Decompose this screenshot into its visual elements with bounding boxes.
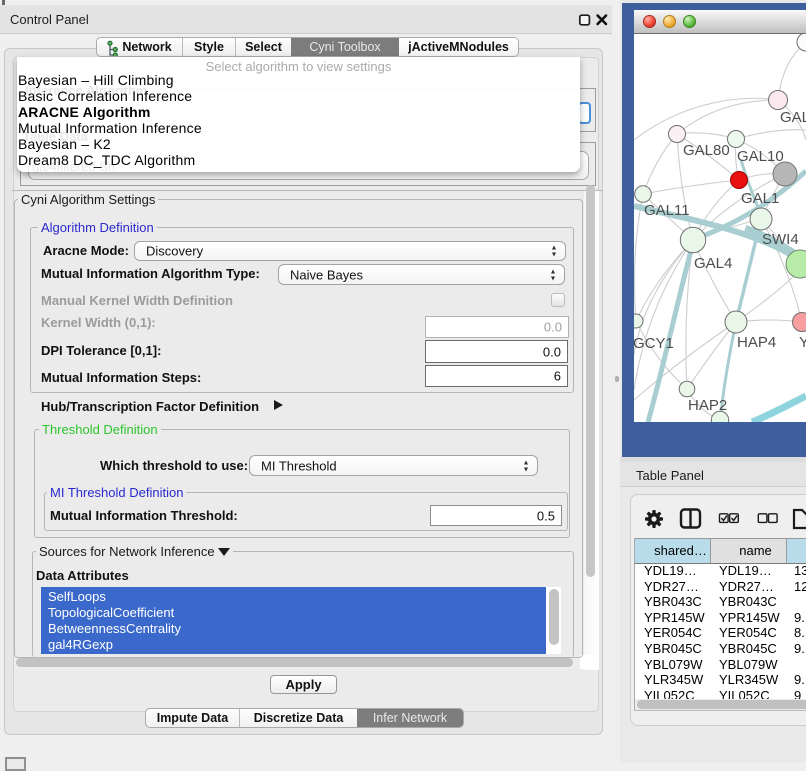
svg-text:GAL80: GAL80 — [683, 142, 730, 159]
svg-text:GAL10: GAL10 — [737, 148, 784, 165]
svg-text:GCY1: GCY1 — [634, 335, 674, 352]
svg-text:GAL11: GAL11 — [644, 202, 690, 219]
svg-text:SWI4: SWI4 — [762, 231, 799, 248]
svg-text:GAL1: GAL1 — [741, 190, 779, 207]
svg-text:Y: Y — [799, 334, 806, 351]
svg-text:GAL7: GAL7 — [780, 109, 806, 126]
svg-text:HAP4: HAP4 — [737, 334, 776, 351]
svg-text:HAP2: HAP2 — [688, 397, 727, 414]
svg-text:GAL4: GAL4 — [694, 255, 732, 272]
